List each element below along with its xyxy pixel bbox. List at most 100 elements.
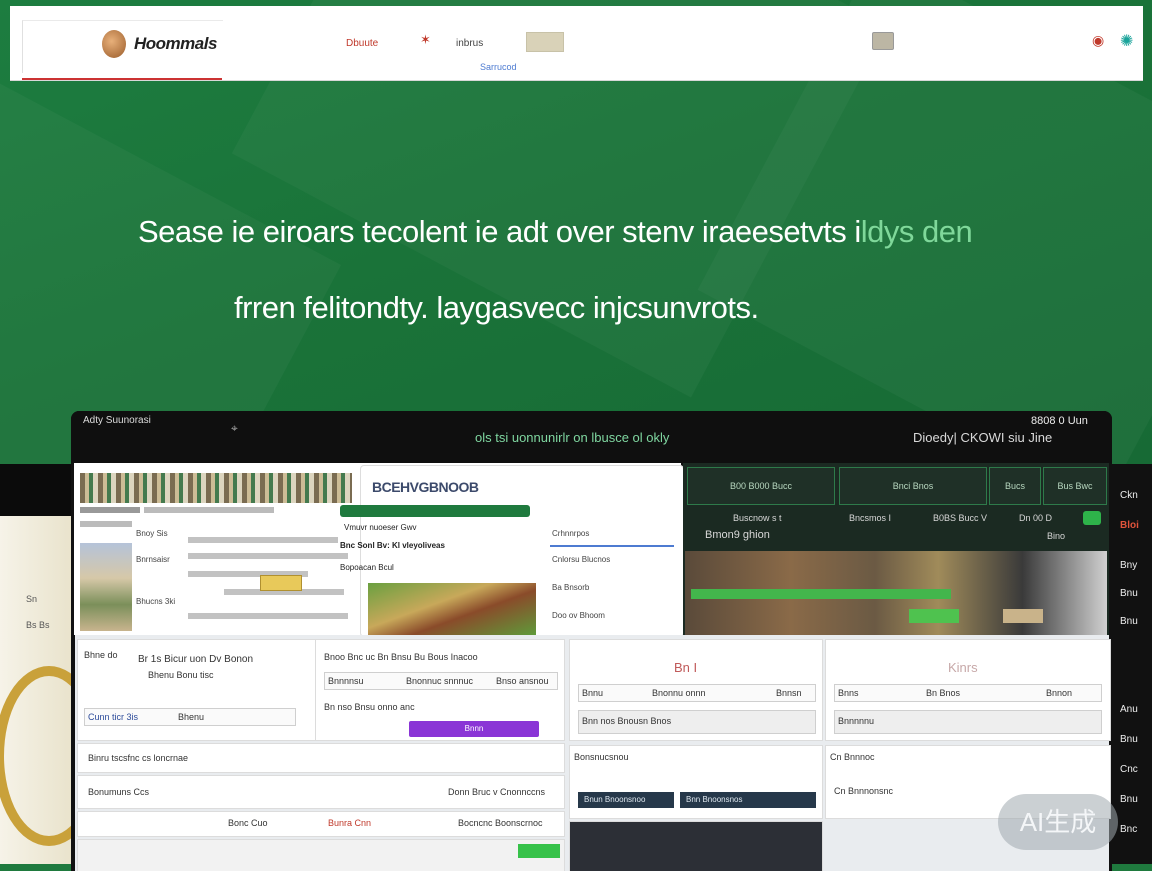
left-label: Bnrnsaisr (136, 555, 170, 564)
star-icon[interactable]: ✶ (420, 32, 431, 48)
info-card: Bonsnucsnou Bnun Bnoonsnoo Bnn Bnoonsnos (569, 745, 823, 819)
side-label: Bny (1120, 560, 1138, 571)
image-icon[interactable] (526, 32, 564, 52)
app-title-center: ols tsi uonnunirlr on lbusce ol okly (475, 430, 670, 445)
camera-icon[interactable] (872, 32, 894, 50)
green-banner[interactable] (340, 505, 530, 517)
card-label: Vmuvr nuoeser Gwv (344, 523, 417, 532)
row-text: Bunra Cnn (328, 818, 372, 828)
side-label: Bloi (1120, 520, 1139, 531)
tab-2[interactable]: Bnci Bnos (839, 467, 987, 505)
card-label: Cnlorsu Blucnos (552, 555, 611, 564)
side-label: Ckn (1120, 490, 1138, 501)
progress-bar (691, 589, 951, 599)
globe-icon[interactable]: ✺ (1120, 31, 1133, 51)
photo-strip (80, 473, 352, 503)
cursor-icon: ⌖ (231, 421, 238, 435)
row-label: Dn 00 D (1019, 513, 1053, 523)
side-label: Anu (1120, 704, 1138, 715)
select-field[interactable] (834, 710, 1102, 734)
side-label: Bnu (1120, 734, 1138, 745)
row-text: Bocncnc Boonscrnoc (458, 818, 543, 828)
logo-underline (22, 78, 222, 80)
hero-headline: Sease ie eiroars tecolent ie adt over st… (138, 214, 1038, 250)
row-text: Donn Bruc v Cnonnccns (448, 787, 546, 797)
left-decorative-panel: Sn Bs Bs (0, 516, 104, 864)
card-label: Ba Bnsorb (552, 583, 590, 592)
settings-row[interactable]: Bonumuns Ccs Donn Bruc v Cnonnccns (77, 775, 565, 809)
action-button[interactable] (1003, 609, 1043, 623)
app-title-right[interactable]: Dioedy| CKOWI siu Jine (913, 430, 1052, 445)
card-label: Crhnnrpos (552, 529, 590, 538)
settings-row[interactable]: Binru tscsfnc cs loncrnae (77, 743, 565, 773)
secondary-window-edge: Ckn Bloi Bny Bnu Bnu Anu Bnu Cnc Bnu Bnc (1112, 464, 1152, 864)
row-title: Bmon9 ghion (705, 529, 770, 541)
settings-row[interactable]: Bonc Cuo Bunra Cnn Bocncnc Boonscrnoc (77, 811, 565, 837)
highlight-chip[interactable] (260, 575, 302, 591)
select-value: Bnnnnnu (838, 716, 875, 726)
left-label: Bhucns 3ki (136, 597, 176, 606)
input-value: Bnnnnsu (328, 676, 364, 686)
config-card: Bn I Bnnu Bnonnu onnn Bnnsn Bnn nos Bnou… (569, 639, 823, 741)
text-line (188, 553, 348, 559)
side-label: Bnu (1120, 616, 1138, 627)
input-value: Bhenu (178, 712, 205, 722)
left-label: Sn (26, 594, 38, 604)
row-text: Binru tscsfnc cs loncrnae (88, 753, 189, 763)
text-line (80, 507, 140, 513)
row-text: Bonumuns Ccs (88, 787, 150, 797)
input-value: Bnnon (1046, 688, 1073, 698)
side-label: Bnu (1120, 794, 1138, 805)
input-value: Bnns (838, 688, 859, 698)
side-label: Bnu (1120, 588, 1138, 599)
card-label: Bnc Sonl Bv: Kl vleyoliveas (340, 541, 445, 550)
row-text: Cn Bnnnonsnc (834, 786, 894, 796)
card-heading: Br 1s Bicur uon Dv Bonon (138, 654, 254, 665)
input-value: Bnonnu onnn (652, 688, 706, 698)
settings-row[interactable] (77, 839, 565, 871)
top-navigation-bar: Hoommals Dbuute ✶ inbrus Sarrucod ◉ ✺ (10, 6, 1143, 81)
app-titlebar: Adty Suunorasi ⌖ ols tsi uonnunirlr on l… (71, 411, 1112, 463)
brand-logo-icon[interactable] (102, 30, 126, 58)
app-title-left: Adty Suunorasi (83, 415, 151, 426)
tab-3[interactable]: Bucs (989, 467, 1041, 505)
row-label: Bncsmos I (849, 513, 892, 523)
card-heading: Kinrs (948, 660, 978, 675)
status-chip[interactable] (518, 844, 560, 858)
brand-name[interactable]: Hoommals (134, 34, 217, 54)
tab-4[interactable]: Bus Bwc (1043, 467, 1107, 505)
config-card: Kinrs Bnns Bn Bnos Bnnon Bnnnnnu (825, 639, 1111, 741)
ai-generated-watermark: AI生成 (998, 794, 1118, 850)
side-label: Cnc (1120, 764, 1138, 775)
input-value: Bnso ansnou (496, 676, 549, 686)
input-value: Bnonnuc snnnuc (406, 676, 474, 686)
input-value: Bnnu (582, 688, 604, 698)
dashboard-panel: B00 B000 Bucc Bnci Bnos Bucs Bus Bwc Bus… (683, 463, 1109, 635)
feature-card-title: BCEHVGBNOOB (372, 479, 479, 495)
nav-link-1[interactable]: Dbuute (346, 38, 378, 49)
input-value: Bnnsn (776, 688, 802, 698)
card-line: Bhenu Bonu tisc (148, 670, 214, 680)
hero-headline-fade: ldys den (860, 214, 973, 249)
row-text: Bn nso Bnsu onno anc (324, 702, 415, 712)
card-label: Doo ov Bhoom (552, 611, 605, 620)
nav-sub-link[interactable]: Sarrucod (480, 62, 517, 72)
card-subheading: Bhne do (84, 650, 118, 660)
footer-tag[interactable]: Bnn Bnoonsnos (680, 792, 816, 808)
hero-headline-main: Sease ie eiroars tecolent ie adt over st… (138, 214, 861, 249)
status-indicators: 8808 0 Uun (1031, 415, 1088, 427)
hero-subheadline: frren felitondty. laygasvecc injcsunvrot… (234, 290, 759, 325)
text-line (80, 521, 132, 527)
tab-1[interactable]: B00 B000 Bucc (687, 467, 835, 505)
footer-tag[interactable]: Bnun Bnoonsnoo (578, 792, 674, 808)
text-line (188, 613, 348, 619)
primary-button[interactable]: Bnnn (409, 721, 539, 737)
toggle-button[interactable] (1083, 511, 1101, 525)
action-button[interactable] (909, 609, 959, 623)
row-text: Bonsnucsnou (574, 752, 629, 762)
card-heading: Bnoo Bnc uc Bn Bnsu Bu Bous Inacoo (324, 652, 478, 662)
record-icon[interactable]: ◉ (1092, 32, 1104, 49)
card-heading: Bn I (674, 660, 698, 675)
side-label: Bnc (1120, 824, 1138, 835)
nav-link-2[interactable]: inbrus (456, 38, 483, 49)
